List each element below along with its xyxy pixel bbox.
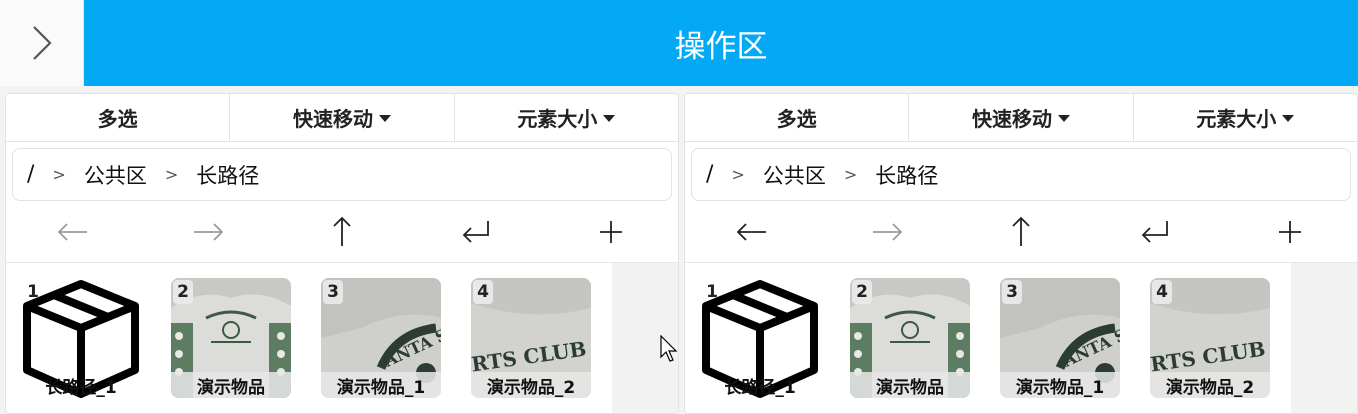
caret-down-icon xyxy=(378,115,391,122)
navigation-bar xyxy=(6,201,678,263)
chevron-right-icon xyxy=(32,26,52,60)
arrow-left-icon xyxy=(57,222,88,241)
breadcrumb-item-long-path[interactable]: 长路径 xyxy=(875,160,938,190)
back-button[interactable] xyxy=(6,201,140,263)
grid-item[interactable]: 2 演示物品 xyxy=(171,278,291,398)
item-index: 4 xyxy=(473,280,493,304)
up-button[interactable] xyxy=(954,201,1088,263)
enter-button[interactable] xyxy=(409,201,543,263)
mouse-cursor-icon xyxy=(660,335,678,362)
navigation-bar xyxy=(685,201,1357,263)
arrow-up-icon xyxy=(1012,216,1030,246)
caret-down-icon xyxy=(1057,115,1070,122)
item-label: 长路径_1 xyxy=(724,377,796,398)
item-label: 演示物品 xyxy=(171,372,291,398)
item-index: 1 xyxy=(27,282,39,302)
grid-item[interactable]: 2 演示物品 xyxy=(850,278,970,398)
multi-select-label: 多选 xyxy=(97,107,138,131)
item-label: 演示物品_1 xyxy=(321,372,441,398)
breadcrumb-separator: > xyxy=(52,165,66,184)
quick-move-label: 快速移动 xyxy=(971,107,1052,131)
grid-item[interactable]: 1 长路径_1 xyxy=(21,278,141,398)
grid-item[interactable]: ANTA SPO 3 演示物品_1 xyxy=(321,278,441,398)
element-size-dropdown[interactable]: 元素大小 xyxy=(1134,94,1357,141)
add-button[interactable] xyxy=(544,201,678,263)
breadcrumb: / > 公共区 > 长路径 xyxy=(12,148,672,201)
breadcrumb-root[interactable]: / xyxy=(27,162,34,187)
item-index: 4 xyxy=(1152,280,1172,304)
element-size-label: 元素大小 xyxy=(517,107,598,131)
item-label: 演示物品_1 xyxy=(1000,372,1120,398)
arrow-up-icon xyxy=(333,216,351,246)
breadcrumb-item-public[interactable]: 公共区 xyxy=(84,160,147,190)
item-index: 3 xyxy=(323,280,343,304)
breadcrumb: / > 公共区 > 长路径 xyxy=(691,148,1351,201)
arrow-right-icon xyxy=(193,222,223,241)
multi-select-button[interactable]: 多选 xyxy=(685,94,910,141)
element-size-label: 元素大小 xyxy=(1196,107,1277,131)
grid-item[interactable]: ANTA SPO 3 演示物品_1 xyxy=(1000,278,1120,398)
back-button[interactable] xyxy=(685,201,819,263)
item-label: 演示物品 xyxy=(850,372,970,398)
item-grid: 1 长路径_1 2 演示物品 ANTA SPO 3 演示物品_1 RTS CLU… xyxy=(685,263,1357,413)
expand-sidebar-button[interactable] xyxy=(0,0,84,86)
top-bar: 操作区 xyxy=(0,0,1358,86)
breadcrumb-separator: > xyxy=(164,165,179,184)
panel-toolbar: 多选 快速移动 元素大小 xyxy=(6,94,678,142)
grid-item[interactable]: 1 长路径_1 xyxy=(700,278,820,398)
item-label: 长路径_1 xyxy=(45,377,117,398)
quick-move-dropdown[interactable]: 快速移动 xyxy=(909,94,1134,141)
item-index: 2 xyxy=(173,280,193,304)
add-button[interactable] xyxy=(1223,201,1357,263)
grid-empty-area xyxy=(1291,263,1357,413)
breadcrumb-separator: > xyxy=(731,165,745,184)
return-icon xyxy=(463,220,490,243)
item-label: 演示物品_2 xyxy=(1150,372,1270,398)
breadcrumb-separator: > xyxy=(843,165,858,184)
quick-move-label: 快速移动 xyxy=(292,107,373,131)
item-index: 2 xyxy=(852,280,872,304)
return-icon xyxy=(1142,220,1169,243)
plus-icon xyxy=(599,220,622,243)
up-button[interactable] xyxy=(275,201,409,263)
page-title: 操作区 xyxy=(84,0,1358,86)
multi-select-label: 多选 xyxy=(776,107,817,131)
panel-toolbar: 多选 快速移动 元素大小 xyxy=(685,94,1357,142)
item-grid: 1 长路径_1 2 演示物品 ANTA SPO 3 演示物品_1 RTS CLU… xyxy=(6,263,678,413)
arrow-left-icon xyxy=(736,222,767,241)
grid-item[interactable]: RTS CLUB 4 演示物品_2 xyxy=(1150,278,1270,398)
grid-item[interactable]: RTS CLUB 4 演示物品_2 xyxy=(471,278,591,398)
forward-button[interactable] xyxy=(819,201,953,263)
item-index: 3 xyxy=(1002,280,1022,304)
page-title-text: 操作区 xyxy=(674,28,768,65)
quick-move-dropdown[interactable]: 快速移动 xyxy=(230,94,455,141)
caret-down-icon xyxy=(603,115,616,122)
arrow-right-icon xyxy=(872,222,902,241)
forward-button[interactable] xyxy=(140,201,274,263)
enter-button[interactable] xyxy=(1088,201,1222,263)
item-index: 1 xyxy=(706,282,718,302)
multi-select-button[interactable]: 多选 xyxy=(6,94,231,141)
caret-down-icon xyxy=(1282,115,1295,122)
breadcrumb-root[interactable]: / xyxy=(706,162,713,187)
file-panel-left: 多选 快速移动 元素大小 / > 公共区 > 长路径 1 长路径_1 2 演示物… xyxy=(5,93,679,414)
breadcrumb-item-long-path[interactable]: 长路径 xyxy=(196,160,259,190)
breadcrumb-item-public[interactable]: 公共区 xyxy=(763,160,826,190)
element-size-dropdown[interactable]: 元素大小 xyxy=(455,94,678,141)
file-panel-right: 多选 快速移动 元素大小 / > 公共区 > 长路径 1 长路径_1 2 演示物… xyxy=(684,93,1358,414)
plus-icon xyxy=(1278,220,1301,243)
item-label: 演示物品_2 xyxy=(471,372,591,398)
